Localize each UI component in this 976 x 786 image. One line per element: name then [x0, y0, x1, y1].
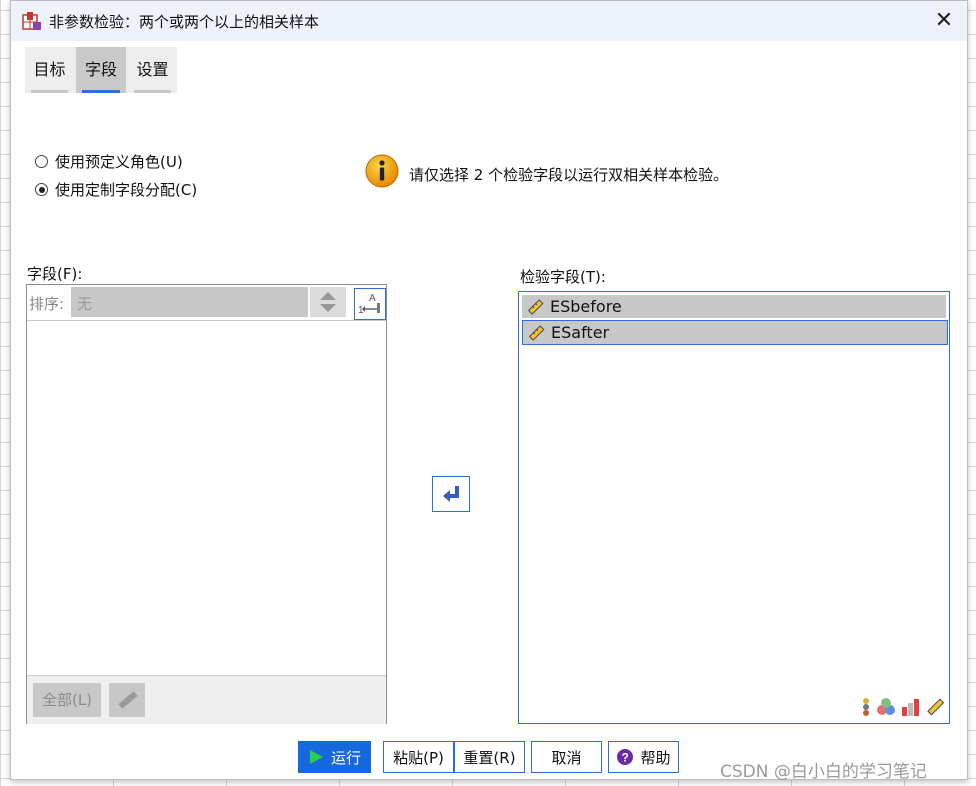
tab-settings[interactable]: 设置: [128, 47, 177, 93]
radio-custom-label: 使用定制字段分配(C): [55, 181, 198, 199]
fields-footer: 全部(L): [27, 675, 386, 724]
radio-predefined-label: 使用预定义角色(U): [55, 153, 183, 171]
tab-underline-active: [82, 90, 120, 93]
tab-underline: [134, 90, 171, 93]
tab-objective-label: 目标: [33, 60, 66, 79]
up-down-arrows-icon: [320, 292, 336, 312]
sort-label: 排序:: [29, 295, 65, 313]
cancel-label: 取消: [551, 748, 582, 767]
scale-ruler-icon: [527, 298, 544, 315]
sort-az-button[interactable]: A 1: [354, 288, 386, 320]
ruler-icon: [118, 691, 138, 709]
tab-settings-label: 设置: [136, 60, 169, 79]
sort-select-value: 无: [77, 295, 93, 313]
title-bar: 非参数检验：两个或两个以上的相关样本 ✕: [11, 1, 967, 41]
sort-az-icon: A 1: [358, 293, 380, 316]
cancel-button[interactable]: 取消: [531, 741, 602, 773]
run-button[interactable]: 运行: [298, 741, 371, 773]
fields-label: 字段(F):: [27, 265, 83, 283]
paste-button[interactable]: 粘贴(P): [383, 741, 454, 773]
fields-list[interactable]: [27, 320, 386, 676]
measure-filter-button[interactable]: [109, 683, 145, 717]
nonparametric-test-dialog: 非参数检验：两个或两个以上的相关样本 ✕ 目标 字段 设置 使用预定义角色(U)…: [10, 0, 968, 780]
sort-bar: 排序: 无 A 1: [27, 285, 386, 320]
close-button[interactable]: ✕: [929, 7, 959, 35]
info-icon: [365, 154, 399, 188]
test-fields-box[interactable]: ESbefore ESafter: [518, 291, 950, 724]
measure-legend: [860, 697, 945, 717]
test-field-item[interactable]: ESbefore: [522, 295, 946, 318]
run-label: 运行: [330, 748, 361, 767]
help-button[interactable]: ? 帮助: [608, 741, 679, 773]
radio-custom-assignment[interactable]: 使用定制字段分配(C): [35, 179, 197, 200]
test-field-name: ESafter: [551, 323, 610, 342]
tab-fields[interactable]: 字段: [76, 47, 126, 93]
help-label: 帮助: [640, 748, 671, 767]
radio-predefined-roles[interactable]: 使用预定义角色(U): [35, 151, 183, 172]
radio-button-on[interactable]: [35, 183, 48, 196]
help-icon: ?: [617, 749, 634, 765]
reset-button[interactable]: 重置(R): [454, 741, 525, 773]
move-field-button[interactable]: [432, 476, 470, 512]
scale-icon: [927, 698, 945, 716]
arrow-left-icon: [443, 486, 459, 502]
watermark: CSDN @白小白的学习笔记: [720, 762, 927, 782]
reset-label: 重置(R): [463, 748, 516, 767]
svg-text:1: 1: [358, 305, 364, 316]
test-field-item-selected[interactable]: ESafter: [522, 320, 948, 345]
dialog-title: 非参数检验：两个或两个以上的相关样本: [49, 13, 320, 31]
tab-objective[interactable]: 目标: [25, 47, 74, 93]
scale-ruler-icon: [528, 324, 545, 341]
radio-button-off[interactable]: [35, 155, 48, 168]
test-field-name: ESbefore: [550, 297, 622, 316]
play-icon: [309, 750, 323, 764]
fields-list-box: 排序: 无 A 1 全部(L): [26, 284, 387, 724]
spss-app-icon: [22, 12, 41, 30]
sort-order-arrows: [310, 287, 346, 317]
sort-select: [71, 287, 308, 317]
select-all-button[interactable]: 全部(L): [33, 683, 101, 717]
tab-underline: [31, 90, 68, 93]
svg-text:A: A: [369, 293, 376, 304]
tab-bar: 目标 字段 设置: [25, 47, 177, 93]
test-fields-label: 检验字段(T):: [520, 268, 606, 286]
svg-text:?: ?: [622, 751, 629, 765]
nominal-icon: [877, 698, 895, 715]
tab-fields-label: 字段: [84, 60, 117, 79]
bar-chart-icon: [902, 699, 919, 716]
info-message: 请仅选择 2 个检验字段以运行双相关样本检验。: [409, 166, 729, 184]
ordinal-icon: [863, 698, 869, 716]
paste-label: 粘贴(P): [393, 748, 444, 767]
